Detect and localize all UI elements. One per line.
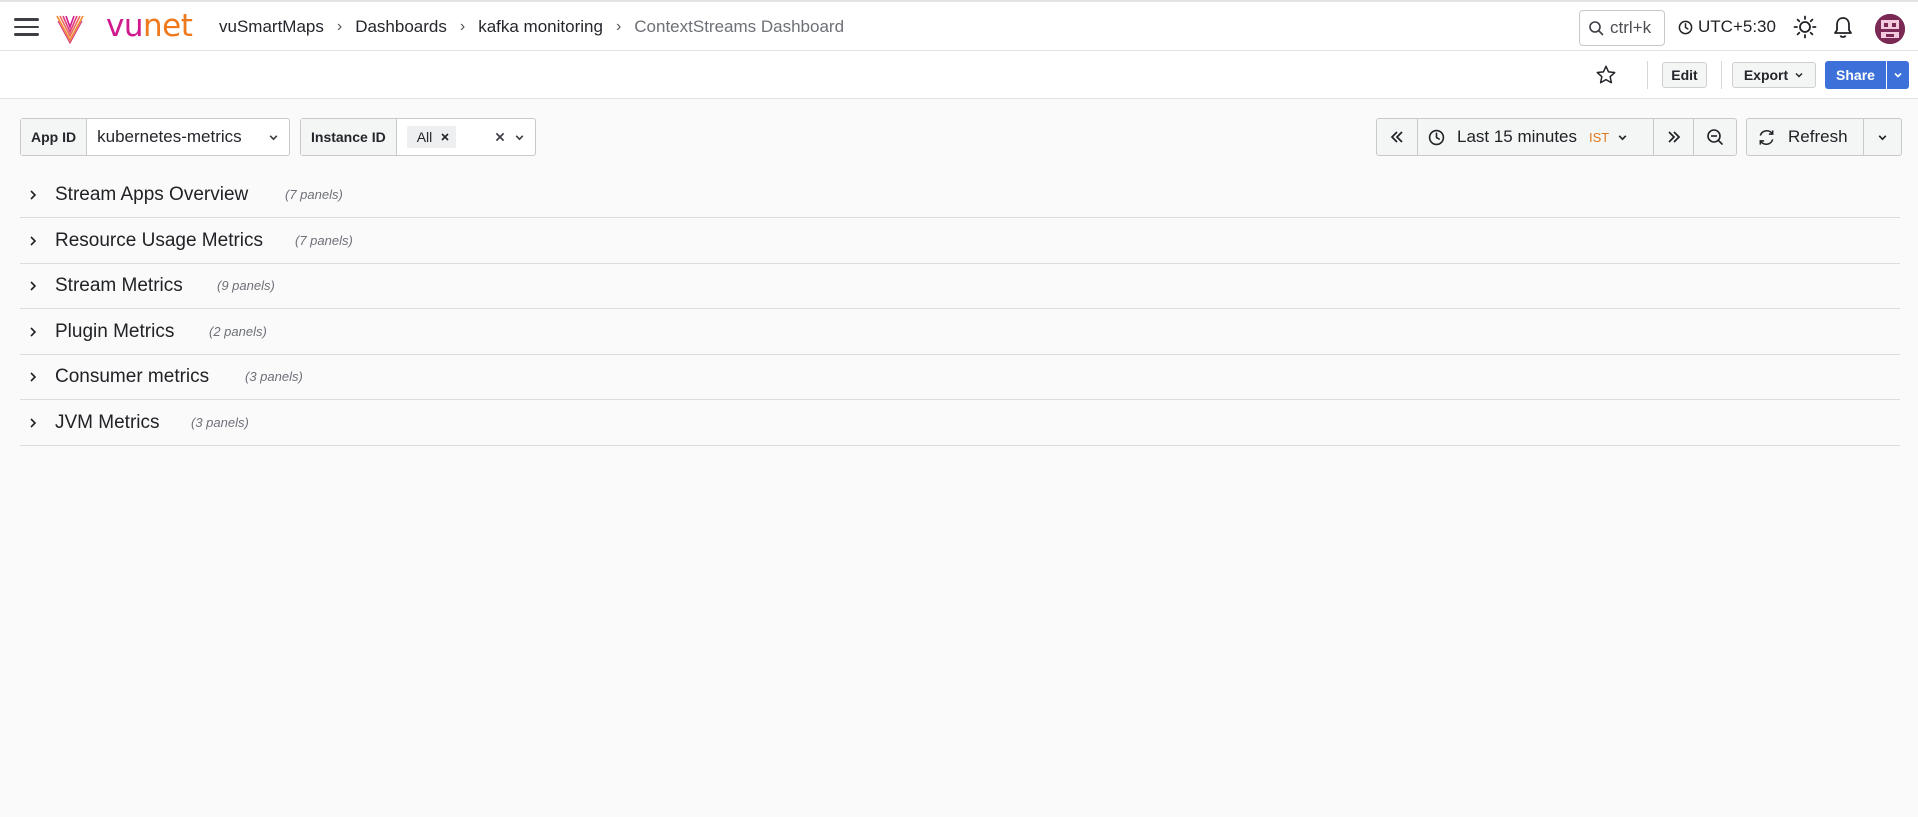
export-button[interactable]: Export: [1732, 62, 1816, 88]
vunet-logo[interactable]: vunet: [106, 8, 193, 44]
row-title: Consumer metrics: [55, 365, 210, 387]
chevron-right-icon: [30, 418, 37, 428]
chevron-down-icon: [1795, 72, 1803, 78]
clock-icon: [1678, 20, 1693, 34]
vunet-logo-mark: [56, 15, 84, 44]
row-resource-usage-metrics[interactable]: Resource Usage Metrics (7 panels): [20, 218, 1900, 264]
export-button-label: Export: [1743, 67, 1789, 83]
row-title: Stream Apps Overview: [55, 183, 249, 205]
row-title: JVM Metrics: [55, 411, 160, 433]
shift-time-forward-button[interactable]: [1653, 119, 1693, 155]
instance-id-select[interactable]: All: [397, 119, 535, 155]
chevron-down-icon: [1878, 134, 1887, 140]
toolbar-divider: [1721, 61, 1722, 89]
row-stream-metrics[interactable]: Stream Metrics (9 panels): [20, 263, 1900, 309]
theme-toggle-sun-icon[interactable]: [1793, 15, 1817, 39]
time-range-picker[interactable]: Last 15 minutes IST: [1417, 119, 1653, 155]
logo-text-vu: vu: [106, 8, 144, 44]
timezone-label: UTC+5:30: [1698, 17, 1776, 36]
row-title: Resource Usage Metrics: [55, 229, 264, 251]
breadcrumb-kafka-monitoring[interactable]: kafka monitoring: [478, 17, 603, 37]
time-range-controls: Last 15 minutes IST: [1376, 118, 1737, 156]
breadcrumb-vusmartmaps[interactable]: vuSmartMaps: [219, 17, 324, 37]
row-panel-count: (7 panels): [295, 233, 353, 248]
app-id-variable: App ID kubernetes-metrics: [20, 118, 290, 156]
share-options-button[interactable]: [1887, 61, 1909, 89]
breadcrumb-dashboards[interactable]: Dashboards: [355, 17, 447, 37]
zoom-out-button[interactable]: [1693, 119, 1736, 155]
row-consumer-metrics[interactable]: Consumer metrics (3 panels): [20, 354, 1900, 400]
menu-icon[interactable]: [14, 18, 39, 36]
chevron-right-icon: [30, 190, 37, 200]
row-title: Stream Metrics: [55, 274, 183, 296]
breadcrumb-current-page: ContextStreams Dashboard: [634, 17, 845, 36]
row-stream-apps-overview[interactable]: Stream Apps Overview (7 panels): [20, 172, 1900, 218]
instance-id-label: Instance ID: [301, 119, 397, 155]
share-button[interactable]: Share: [1825, 61, 1886, 89]
timezone-badge: IST: [1589, 129, 1610, 145]
avatar-image: [1875, 14, 1905, 44]
remove-chip-icon[interactable]: [440, 132, 450, 142]
search-shortcut-label: ctrl+k: [1610, 18, 1652, 37]
favorite-star-icon[interactable]: [1595, 64, 1617, 86]
chevron-down-icon: [1894, 72, 1902, 78]
refresh-label: Refresh: [1788, 127, 1848, 146]
row-panel-count: (9 panels): [217, 278, 275, 293]
row-title: Plugin Metrics: [55, 320, 175, 342]
refresh-interval-dropdown[interactable]: [1863, 119, 1901, 155]
search-icon: [1589, 21, 1604, 36]
row-panel-count: (3 panels): [245, 369, 303, 384]
app-id-label: App ID: [21, 119, 88, 155]
breadcrumb-separator-icon: ›: [459, 18, 466, 35]
row-panel-count: (3 panels): [191, 415, 249, 430]
row-jvm-metrics[interactable]: JVM Metrics (3 panels): [20, 400, 1900, 446]
toolbar-divider: [1647, 61, 1648, 89]
row-panel-count: (7 panels): [285, 187, 343, 202]
row-plugin-metrics[interactable]: Plugin Metrics (2 panels): [20, 309, 1900, 355]
chevron-right-icon: [30, 372, 37, 382]
double-chevron-right-icon: [1667, 131, 1680, 143]
breadcrumb-separator-icon: ›: [336, 18, 343, 35]
chevron-down-icon: [515, 134, 524, 140]
clear-selection-icon[interactable]: [494, 131, 506, 143]
search-button[interactable]: ctrl+k: [1579, 10, 1665, 46]
chevron-right-icon: [30, 281, 37, 291]
breadcrumb: vuSmartMaps › Dashboards › kafka monitor…: [219, 17, 844, 37]
refresh-controls: Refresh: [1746, 118, 1902, 156]
chevron-right-icon: [30, 236, 37, 246]
chevron-right-icon: [30, 327, 37, 337]
top-nav-bar: vunet vuSmartMaps › Dashboards › kafka m…: [0, 0, 1918, 51]
double-chevron-left-icon: [1390, 131, 1403, 143]
time-range-label: Last 15 minutes: [1457, 127, 1578, 146]
logo-text-net: net: [143, 8, 193, 44]
app-id-value: kubernetes-metrics: [97, 127, 242, 146]
chevron-down-icon: [1618, 134, 1627, 140]
edit-button[interactable]: Edit: [1662, 62, 1707, 88]
shift-time-back-button[interactable]: [1377, 119, 1417, 155]
app-id-select[interactable]: kubernetes-metrics: [87, 119, 289, 155]
chevron-down-icon: [269, 134, 278, 140]
breadcrumb-separator-icon: ›: [615, 18, 622, 35]
timezone-indicator[interactable]: UTC+5:30: [1678, 17, 1776, 37]
dashboard-toolbar: Edit Export Share: [0, 51, 1918, 99]
user-avatar[interactable]: [1875, 14, 1905, 44]
notifications-bell-icon[interactable]: [1832, 16, 1854, 40]
instance-id-chip-label: All: [416, 129, 433, 145]
refresh-icon: [1759, 129, 1774, 145]
instance-id-variable: Instance ID All: [300, 118, 536, 156]
refresh-button[interactable]: Refresh: [1747, 119, 1863, 155]
row-panel-count: (2 panels): [209, 324, 267, 339]
zoom-out-icon: [1707, 129, 1723, 145]
clock-icon: [1428, 129, 1445, 145]
instance-id-chip: All: [406, 126, 457, 148]
